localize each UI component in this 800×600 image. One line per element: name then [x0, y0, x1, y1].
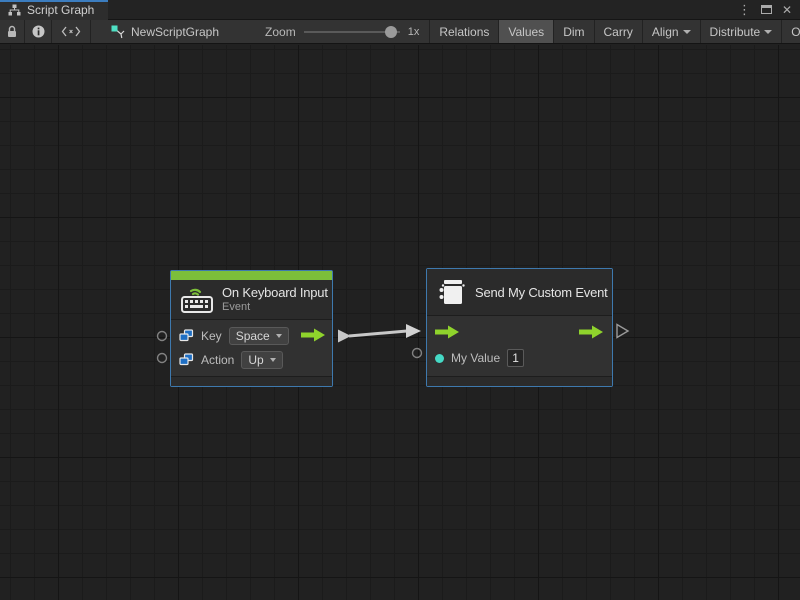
- window-controls: ⋮ ✕: [730, 0, 800, 19]
- info-button[interactable]: [25, 20, 52, 43]
- window-tab-bar: Script Graph ⋮ ✕: [0, 0, 800, 20]
- key-dropdown[interactable]: Space: [229, 327, 289, 345]
- node-on-keyboard-input[interactable]: On Keyboard Input Event Key Space: [170, 270, 333, 387]
- flow-input-arrow-icon[interactable]: [435, 325, 460, 339]
- node-footer: [171, 376, 332, 386]
- port-label-my-value: My Value: [451, 351, 500, 365]
- tab-script-graph[interactable]: Script Graph: [0, 0, 108, 20]
- graph-toolbar: NewScriptGraph Zoom 1x Relations Values …: [0, 20, 800, 44]
- toolbar-button-dim[interactable]: Dim: [554, 20, 594, 43]
- flow-output-arrow-icon[interactable]: [301, 328, 326, 342]
- code-icon: [61, 26, 81, 37]
- my-value-input[interactable]: 1: [507, 349, 524, 367]
- dropdown-caret-icon: [276, 334, 282, 338]
- dropdown-caret-icon: [683, 30, 691, 34]
- node-subtitle: Event: [222, 301, 328, 313]
- tab-bar-empty: [108, 0, 730, 19]
- port-row-my-value: My Value 1: [435, 346, 604, 370]
- key-port-circle[interactable]: [158, 332, 167, 341]
- literal-icon: [179, 353, 194, 366]
- node-header: On Keyboard Input Event: [171, 280, 332, 320]
- toolbar-button-values[interactable]: Values: [499, 20, 554, 43]
- node-title: On Keyboard Input: [222, 285, 328, 300]
- flow-row: [435, 321, 604, 343]
- node-send-my-custom-event[interactable]: Send My Custom Event My Value 1: [426, 268, 613, 387]
- custom-event-icon: [437, 277, 467, 307]
- keyboard-icon: [180, 285, 214, 313]
- close-icon[interactable]: ✕: [782, 4, 792, 16]
- toolbar-button-carry[interactable]: Carry: [595, 20, 643, 43]
- lock-button[interactable]: [0, 20, 25, 43]
- wire-line: [349, 331, 407, 336]
- flow-start-triangle: [338, 330, 351, 343]
- tab-focus-accent: [0, 0, 108, 2]
- node-body: Key Space Action Up: [171, 320, 332, 376]
- wire-arrowhead: [406, 324, 421, 338]
- graph-name-label: NewScriptGraph: [131, 25, 219, 39]
- node-body: My Value 1: [427, 316, 612, 376]
- node-header-text: On Keyboard Input Event: [222, 285, 328, 313]
- window-menu-icon[interactable]: ⋮: [738, 3, 751, 16]
- script-graph-tab-icon: [8, 4, 21, 16]
- graph-canvas[interactable]: On Keyboard Input Event Key Space: [0, 45, 800, 600]
- toolbar-button-relations[interactable]: Relations: [430, 20, 499, 43]
- dropdown-caret-icon: [764, 30, 772, 34]
- node-title: Send My Custom Event: [475, 285, 608, 300]
- graph-name-button[interactable]: NewScriptGraph: [101, 25, 229, 39]
- port-label-key: Key: [201, 329, 222, 343]
- toolbar-center: NewScriptGraph Zoom 1x: [91, 20, 430, 43]
- zoom-value: 1x: [408, 26, 420, 38]
- flow-output-arrow-icon[interactable]: [579, 325, 604, 339]
- node-header: Send My Custom Event: [427, 269, 612, 316]
- port-row-action: Action Up: [179, 349, 324, 370]
- info-icon: [32, 25, 45, 38]
- node-footer: [427, 376, 612, 386]
- dropdown-caret-icon: [270, 358, 276, 362]
- connections-overlay: [0, 45, 800, 600]
- toolbar-button-overview[interactable]: Overview: [782, 20, 800, 43]
- maximize-icon[interactable]: [761, 5, 772, 14]
- zoom-control: Zoom 1x: [265, 25, 419, 39]
- zoom-label: Zoom: [265, 25, 296, 39]
- connection-wire[interactable]: [338, 324, 421, 343]
- tab-title: Script Graph: [27, 3, 94, 17]
- event-accent-bar: [171, 271, 332, 280]
- literal-icon: [179, 329, 194, 342]
- toolbar-button-distribute[interactable]: Distribute: [701, 20, 783, 43]
- toolbar-button-align[interactable]: Align: [643, 20, 701, 43]
- flow-continue-triangle[interactable]: [617, 325, 628, 338]
- script-graph-asset-icon: [111, 25, 125, 39]
- value-port-dot: [435, 354, 444, 363]
- action-port-circle[interactable]: [158, 354, 167, 363]
- lock-icon: [6, 25, 18, 38]
- code-view-button[interactable]: [52, 20, 91, 43]
- zoom-slider-handle[interactable]: [385, 26, 397, 38]
- my-value-port-circle[interactable]: [413, 349, 422, 358]
- port-label-action: Action: [201, 353, 234, 367]
- zoom-slider[interactable]: [304, 25, 400, 39]
- action-dropdown[interactable]: Up: [241, 351, 282, 369]
